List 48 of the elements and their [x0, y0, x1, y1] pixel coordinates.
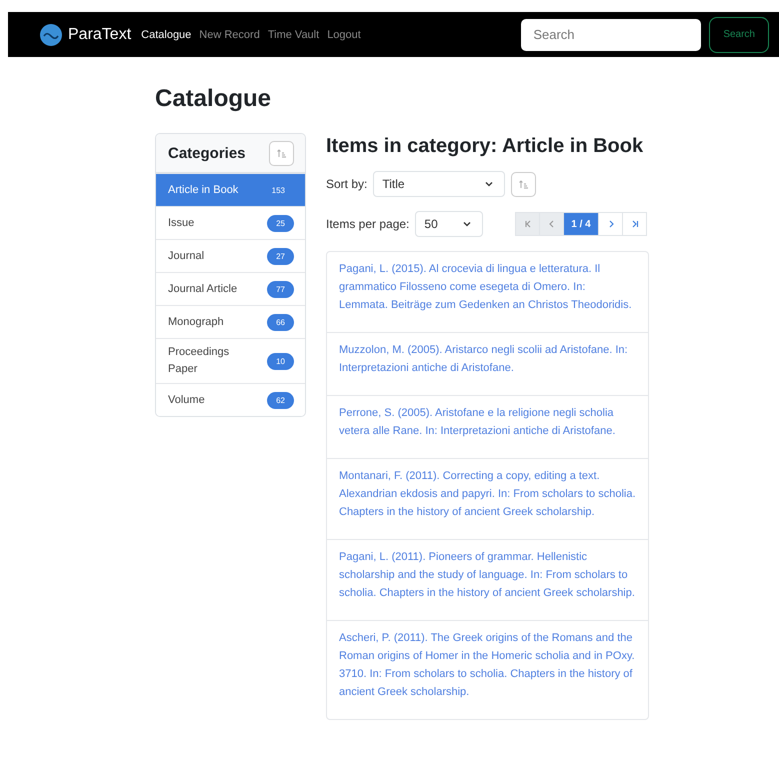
nav-link[interactable]: New Record: [199, 28, 260, 40]
count-badge: 25: [267, 214, 294, 232]
category-label: Volume: [168, 392, 206, 408]
search-field[interactable]: Search: [521, 18, 702, 50]
count-badge: 62: [267, 392, 294, 408]
first-page-icon: [522, 219, 532, 229]
record-link[interactable]: Pagani, L. (2015). Al crocevia di lingua e letteratura. Il grammatico Filosseno come esegeta di Omero. In: Lemmata. Beiträge zum Gedenken an Christos Theodoridis.: [327, 252, 648, 332]
record-link[interactable]: Pagani, L. (2011). Pioneers of grammar. Hellenistic scholarship and the study of language. In: From scholars to scholia. Chapters in the history of ancient Greek scholarship.: [327, 539, 648, 620]
record-link[interactable]: Perrone, S. (2005). Aristofane e la religione negli scholia vetera alle Rane. In: Interpretazioni antiche di Aristofane.: [327, 395, 648, 458]
page-title: Catalogue: [155, 85, 272, 113]
sort-icon: [518, 178, 530, 190]
count-badge: 27: [267, 248, 294, 264]
count-badge: 77: [267, 280, 294, 298]
sort-icon: [276, 148, 287, 159]
sort-select[interactable]: Title: [373, 171, 506, 197]
record-link[interactable]: Ascheri, P. (2011). The Greek origins of the Romans and the Roman origins of Homer in the Homeric scholia and in POxy. 3710. In: From scholars to scholia. Chapters in the history of ancient Greek scholarship.: [327, 620, 648, 719]
category-label: Issue: [168, 216, 196, 230]
nav-link[interactable]: Catalogue: [141, 28, 192, 40]
sort-label: Sort by:: [326, 177, 368, 191]
sort-order-button[interactable]: [511, 172, 536, 196]
nav-link[interactable]: Logout: [327, 28, 361, 40]
category-label: Journal: [168, 248, 206, 264]
count-label: 153: [270, 184, 286, 196]
page-button[interactable]: 1 / 4: [563, 212, 599, 236]
chevron-left-icon: [546, 219, 556, 229]
search-button[interactable]: Search: [709, 16, 769, 52]
chevron-down-icon: [462, 219, 472, 229]
chevron-down-icon: [484, 179, 494, 189]
record-link[interactable]: Montanari, F. (2011). Correcting a copy, editing a text. Alexandrian ekdosis and papyri. In: From scholars to scholia. Chapters in the history of ancient Greek scholarship.: [327, 458, 648, 539]
category-label: Proceedings Paper: [168, 345, 230, 377]
brand-name[interactable]: ParaText: [68, 26, 132, 44]
per-page-select[interactable]: 50: [415, 211, 484, 237]
nav-link[interactable]: Time Vault: [268, 28, 320, 40]
count-badge: 10: [267, 352, 294, 370]
category-label: Monograph: [168, 314, 225, 330]
pagination-button[interactable]: [622, 212, 647, 236]
category-label: Journal Article: [168, 282, 238, 296]
category-label: Article in Book: [168, 182, 240, 198]
record-link[interactable]: Muzzolon, M. (2005). Aristarco negli scolii ad Aristofane. In: Interpretazioni antiche di Aristofane.: [327, 332, 648, 395]
card-title: Categories: [168, 145, 246, 162]
sort-order-button[interactable]: [269, 141, 294, 166]
category-item[interactable]: Article in Book 153: [156, 173, 305, 206]
last-page-icon: [630, 219, 640, 229]
section-title: Items in category: Article in Book: [326, 134, 644, 159]
count-badge: 66: [267, 314, 294, 330]
category-item[interactable]: Volume 62: [156, 383, 305, 416]
logo-icon: [40, 24, 62, 46]
per-page-label: Items per page:: [326, 217, 410, 231]
